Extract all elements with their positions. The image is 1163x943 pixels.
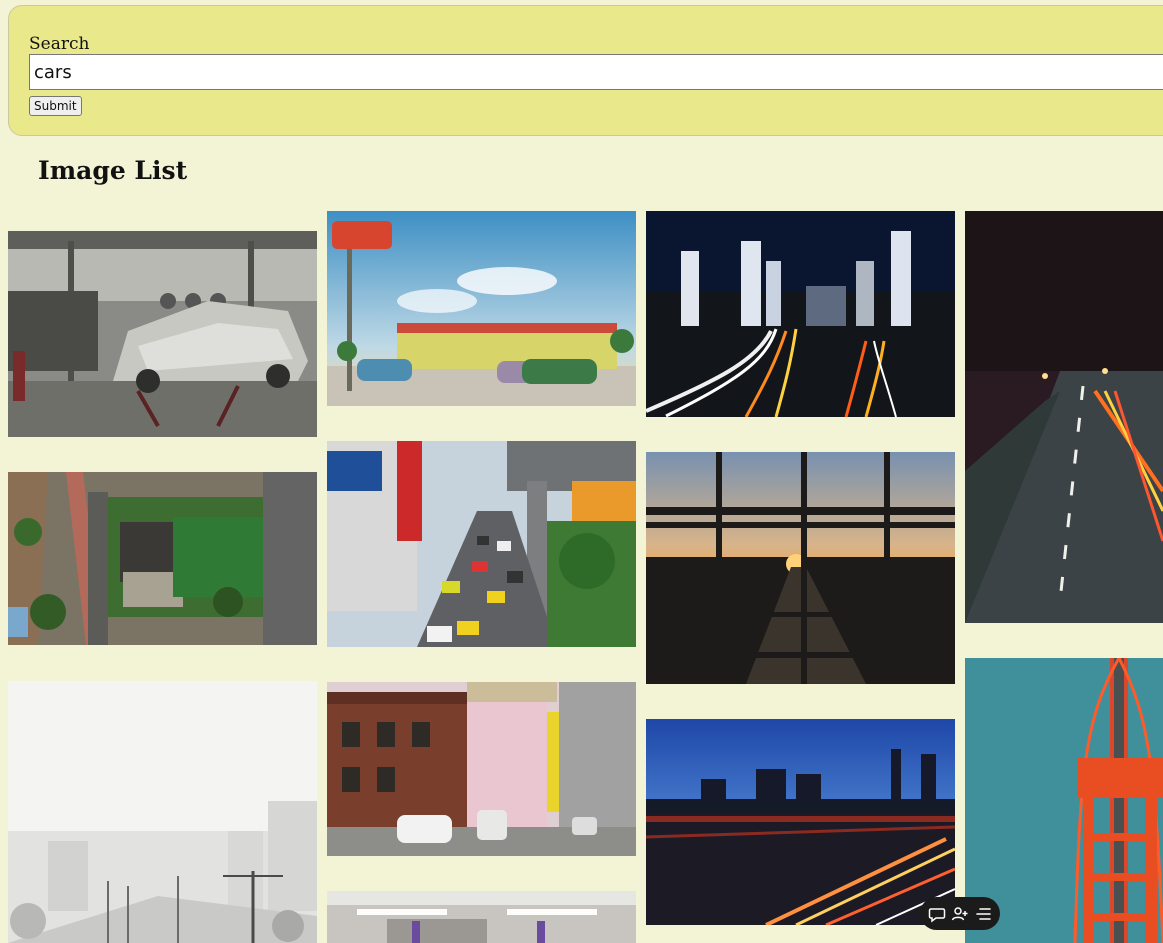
- skyline-bridge-light-trails-image[interactable]: [646, 719, 955, 925]
- sunset-highway-fence-image[interactable]: [646, 452, 955, 684]
- street-corner-buildings-image[interactable]: [327, 682, 636, 856]
- red-bridge-aerial-image[interactable]: [965, 658, 1163, 943]
- parking-garage-image[interactable]: [327, 891, 636, 943]
- floating-toolbar: [920, 897, 1000, 930]
- foggy-highway-city-image[interactable]: [8, 681, 317, 943]
- vintage-carwash-postcard-image[interactable]: [327, 211, 636, 406]
- menu-list-icon[interactable]: [974, 905, 992, 923]
- night-road-image[interactable]: [965, 211, 1163, 623]
- aerial-house-street-image[interactable]: [8, 472, 317, 645]
- search-panel: Search Submit: [8, 5, 1163, 136]
- chat-bubble-icon[interactable]: [928, 905, 946, 923]
- busy-city-traffic-image[interactable]: [327, 441, 636, 647]
- user-add-icon[interactable]: [951, 905, 969, 923]
- page-title: Image List: [38, 156, 188, 185]
- search-label: Search: [29, 34, 90, 54]
- search-input[interactable]: [29, 54, 1163, 90]
- city-night-light-trails-image[interactable]: [646, 211, 955, 417]
- submit-button[interactable]: Submit: [29, 96, 82, 116]
- garage-classic-car-image[interactable]: [8, 231, 317, 437]
